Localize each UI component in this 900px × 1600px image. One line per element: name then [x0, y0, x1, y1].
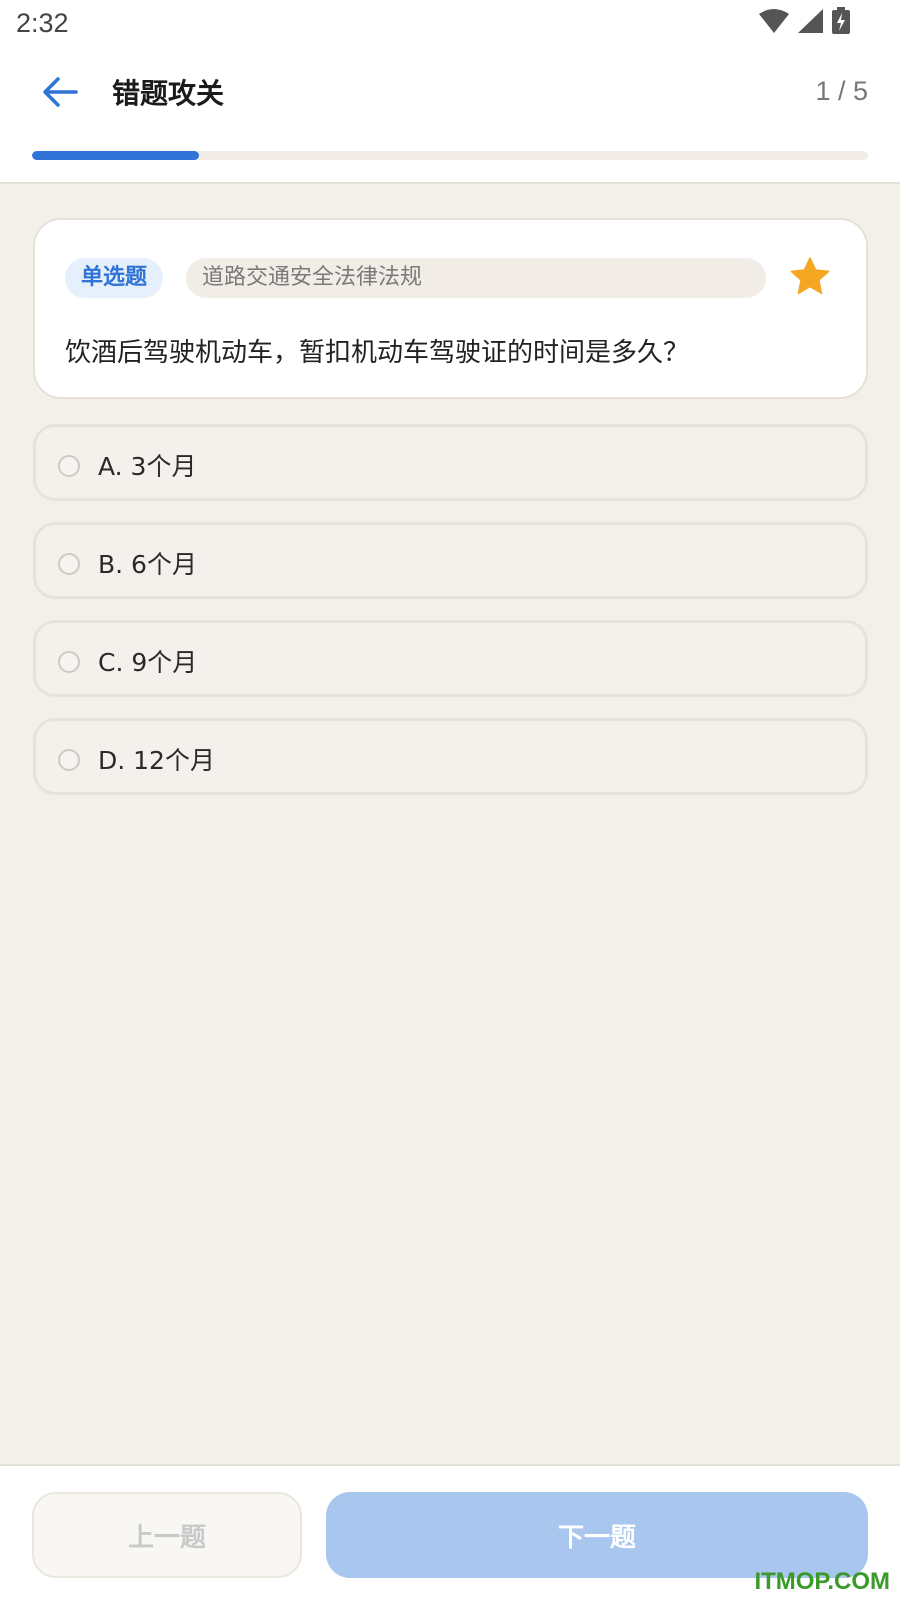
- status-icons: [758, 7, 852, 39]
- option-b[interactable]: B. 6个月: [33, 522, 868, 599]
- next-question-button[interactable]: 下一题: [326, 1492, 868, 1578]
- radio-icon: [58, 651, 80, 673]
- radio-icon: [58, 455, 80, 477]
- option-a[interactable]: A. 3个月: [33, 424, 868, 501]
- favorite-button[interactable]: [788, 256, 832, 300]
- star-icon: [790, 257, 830, 299]
- header: 错题攻关 1 / 5: [0, 50, 900, 184]
- radio-icon: [58, 553, 80, 575]
- option-label: D. 12个月: [98, 746, 215, 775]
- progress-count: 1 / 5: [815, 76, 868, 106]
- question-type-badge: 单选题: [65, 258, 164, 298]
- wifi-icon: [758, 8, 790, 38]
- option-c[interactable]: C. 9个月: [33, 620, 868, 697]
- status-time: 2:32: [16, 8, 69, 38]
- progress-bar: [32, 151, 868, 160]
- radio-icon: [58, 749, 80, 771]
- arrow-left-icon: [42, 76, 78, 112]
- option-label: B. 6个月: [98, 550, 197, 579]
- progress-fill: [32, 151, 200, 160]
- option-label: A. 3个月: [98, 452, 197, 481]
- signal-icon: [796, 8, 824, 38]
- bottom-bar: 上一题 下一题 ITMOP.COM: [0, 1464, 900, 1600]
- options-list: A. 3个月 B. 6个月 C. 9个月 D. 12个月: [33, 424, 868, 816]
- option-label: C. 9个月: [98, 648, 198, 677]
- watermark: ITMOP.COM: [754, 1568, 890, 1595]
- back-button[interactable]: [36, 70, 84, 118]
- battery-charging-icon: [830, 7, 852, 39]
- question-text: 饮酒后驾驶机动车，暂扣机动车驾驶证的时间是多久？: [65, 338, 690, 368]
- prev-question-button[interactable]: 上一题: [32, 1492, 302, 1578]
- option-d[interactable]: D. 12个月: [33, 718, 868, 795]
- question-category: 道路交通安全法律法规: [186, 258, 766, 298]
- question-card: 单选题 道路交通安全法律法规 饮酒后驾驶机动车，暂扣机动车驾驶证的时间是多久？: [33, 218, 868, 399]
- status-bar: 2:32: [0, 0, 900, 50]
- page-title: 错题攻关: [112, 77, 225, 110]
